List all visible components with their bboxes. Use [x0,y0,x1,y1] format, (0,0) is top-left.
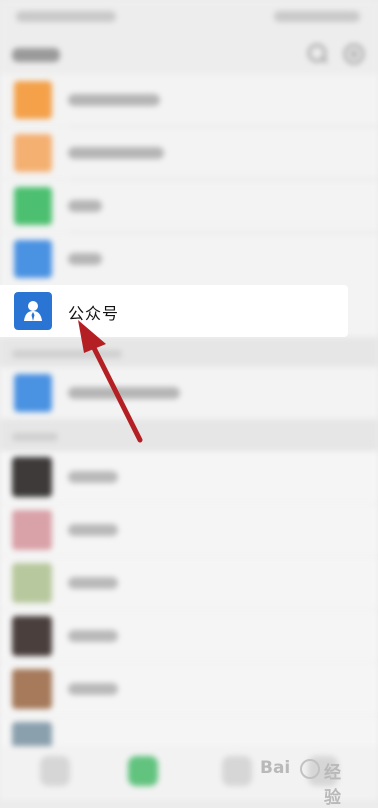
arrow-head [78,320,106,353]
paw-icon [300,759,320,779]
watermark-text-left: Bai [260,758,291,778]
arrow-shaft [87,337,143,443]
annotation-arrow [78,320,143,443]
watermark-text-right: 经验 [324,763,341,808]
contacts-screen: 公众号 Bai 经验 [0,0,378,808]
